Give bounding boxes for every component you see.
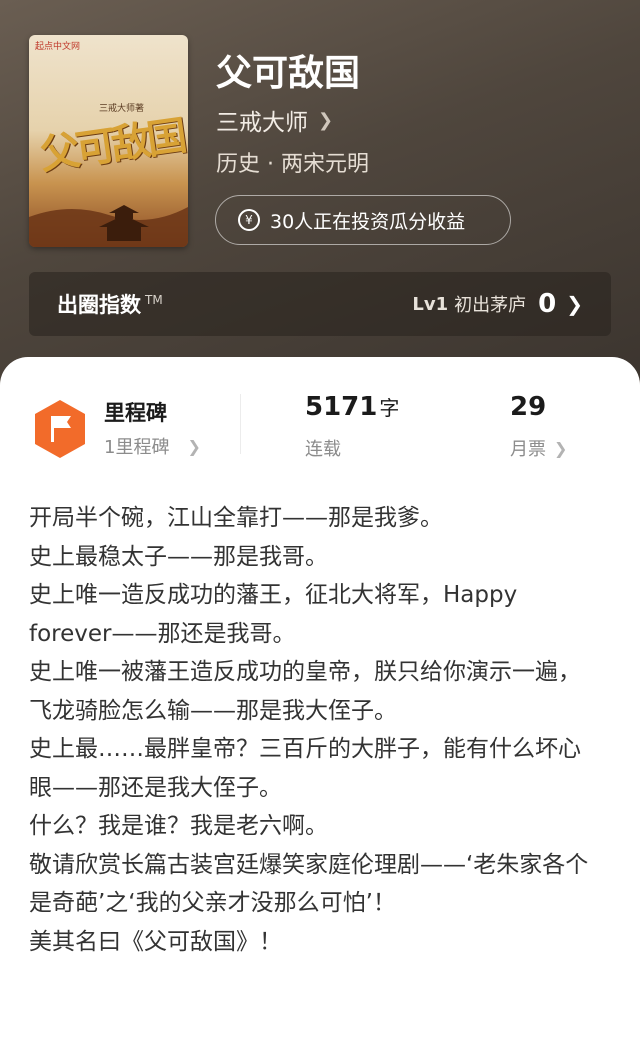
chevron-right-icon: ❯ [566, 292, 583, 316]
chevron-right-icon: ❯ [318, 109, 334, 131]
word-count: 5171 字 [305, 392, 400, 422]
cover-palace-illustration [29, 205, 188, 247]
description-line: 史上唯一被藩王造反成功的皇帝，朕只给你演示一遍，飞龙骑脸怎么输——那是我大侄子。 [29, 659, 581, 724]
description-line: 什么？我是谁？我是老六啊。 [29, 813, 328, 839]
level-code: Lv1 [412, 293, 449, 315]
index-label: 出圈指数 TM [57, 293, 163, 317]
milestone-label[interactable]: 里程碑 [104, 397, 167, 427]
monthly-votes-count: 29 [510, 392, 547, 422]
monthly-votes-label: 月票 [510, 439, 546, 460]
description-line: 开局半个碗，江山全靠打——那是我爹。 [29, 505, 443, 531]
book-cover[interactable]: 起点中文网 三戒大师著 父可敌国 [29, 35, 188, 247]
description-line: 史上唯一造反成功的藩王，征北大将军，Happy forever——那还是我哥。 [29, 582, 518, 647]
level-name: 初出茅庐 [454, 295, 527, 316]
stats-divider [240, 394, 241, 454]
trademark-mark: TM [145, 293, 163, 307]
book-title: 父可敌国 [216, 52, 361, 94]
chevron-right-icon: ❯ [187, 436, 201, 456]
index-level: Lv1 初出茅庐 0 ❯ [412, 289, 583, 319]
popularity-index-bar[interactable]: 出圈指数 TM Lv1 初出茅庐 0 ❯ [29, 272, 611, 336]
flag-icon[interactable] [31, 398, 89, 460]
yen-icon: ¥ [238, 209, 260, 231]
book-genre: 历史 · 两宋元明 [216, 152, 369, 177]
book-description: 开局半个碗，江山全靠打——那是我爹。 史上最稳太子——那是我哥。 史上唯一造反成… [29, 499, 599, 961]
description-line: 美其名曰《父可敌国》！ [29, 928, 282, 955]
chevron-right-icon: ❯ [554, 438, 568, 458]
description-line: 史上最稳太子——那是我哥。 [29, 543, 328, 570]
author-name: 三戒大师 [216, 110, 308, 136]
author-link[interactable]: 三戒大师 ❯ [216, 103, 333, 137]
description-line: 史上最……最胖皇帝？三百斤的大胖子，能有什么坏心眼——那还是我大侄子。 [29, 736, 581, 801]
monthly-votes-link[interactable]: 月票 ❯ [510, 435, 567, 461]
milestone-count-link[interactable]: 1里程碑 ❯ [104, 433, 201, 459]
word-count-unit: 字 [379, 396, 400, 420]
serial-status: 连载 [305, 439, 341, 460]
invest-button[interactable]: ¥ 30人正在投资瓜分收益 [215, 195, 511, 245]
cover-publisher-tag: 起点中文网 [35, 42, 81, 52]
invest-label: 30人正在投资瓜分收益 [270, 210, 466, 233]
index-score: 0 [538, 289, 557, 319]
description-line: 敬请欣赏长篇古装宫廷爆笑家庭伦理剧——‘老朱家各个是奇葩’之‘我的父亲才没那么可… [29, 851, 589, 917]
milestone-count: 1里程碑 [104, 437, 170, 458]
